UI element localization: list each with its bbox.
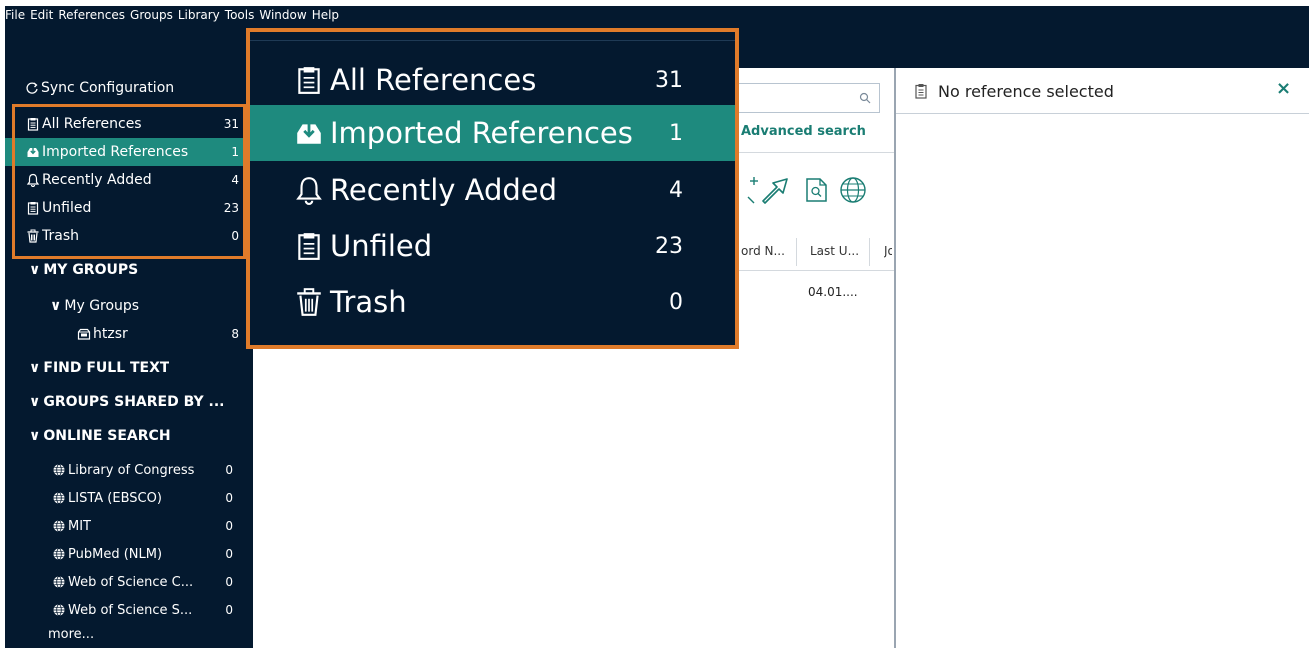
- reference-panel-title: No reference selected: [938, 82, 1114, 101]
- callout-item-count: 31: [655, 67, 683, 93]
- find-pdf-icon[interactable]: [800, 173, 828, 207]
- chevron-down-icon: ∨: [50, 298, 62, 314]
- callout-item-unfiled: Unfiled 23: [250, 218, 735, 274]
- callout-item-count: 4: [669, 177, 683, 203]
- menu-groups[interactable]: Groups: [130, 8, 173, 22]
- endnote-window: File Edit References Groups Library Tool…: [0, 0, 1309, 648]
- callout-item-label: Recently Added: [330, 173, 558, 207]
- divider: [738, 152, 894, 153]
- column-divider: [869, 238, 870, 266]
- callout-item-imported-references: Imported References 1: [250, 105, 735, 161]
- table-cell-last-updated[interactable]: 04.01....: [808, 285, 858, 299]
- callout-item-count: 1: [669, 120, 683, 146]
- callout-item-count: 23: [655, 233, 683, 259]
- menu-tools[interactable]: Tools: [225, 8, 255, 22]
- group-folder-icon: [77, 327, 91, 341]
- online-search-label: MIT: [68, 518, 91, 534]
- chevron-down-icon: ∨: [29, 262, 41, 278]
- menu-help[interactable]: Help: [312, 8, 339, 22]
- callout-item-label: Unfiled: [330, 229, 433, 263]
- menu-window[interactable]: Window: [259, 8, 306, 22]
- group-set-my-groups[interactable]: ∨ My Groups: [5, 292, 253, 320]
- online-search-label: PubMed (NLM): [68, 546, 163, 562]
- chevron-down-icon: ∨: [29, 360, 41, 376]
- trash-icon: [294, 287, 324, 317]
- online-search-count: 0: [225, 547, 233, 561]
- online-search-item[interactable]: LISTA (EBSCO) 0: [5, 484, 253, 512]
- globe-icon: [52, 603, 66, 617]
- online-search-label: LISTA (EBSCO): [68, 490, 162, 506]
- divider: [738, 270, 894, 271]
- online-search-count: 0: [225, 463, 233, 477]
- globe-icon: [52, 519, 66, 533]
- online-search-count: 0: [225, 491, 233, 505]
- section-online-search[interactable]: ∨ ONLINE SEARCH: [5, 422, 253, 450]
- column-header-last-updated[interactable]: Last U...: [810, 244, 859, 258]
- pane-splitter[interactable]: [894, 68, 896, 648]
- callout-item-label: Imported References: [330, 116, 633, 150]
- column-header-record-number[interactable]: ord N...: [741, 244, 785, 258]
- clipboard-icon: [294, 231, 324, 261]
- section-label: ONLINE SEARCH: [43, 428, 171, 444]
- search-input[interactable]: [738, 83, 880, 113]
- globe-icon[interactable]: [836, 173, 870, 207]
- chevron-down-icon: ∨: [29, 428, 41, 444]
- column-divider: [796, 238, 797, 266]
- column-header-journal[interactable]: Jo: [884, 244, 892, 258]
- export-arrow-icon[interactable]: [759, 173, 793, 207]
- section-my-groups[interactable]: ∨ MY GROUPS: [5, 256, 253, 284]
- callout-item-count: 0: [669, 289, 683, 315]
- sync-configuration[interactable]: Sync Configuration: [5, 74, 253, 102]
- menu-edit[interactable]: Edit: [30, 8, 53, 22]
- more-label: more...: [48, 626, 95, 642]
- online-search-item[interactable]: PubMed (NLM) 0: [5, 540, 253, 568]
- section-label: GROUPS SHARED BY ...: [43, 394, 225, 410]
- globe-icon: [52, 547, 66, 561]
- sync-label: Sync Configuration: [41, 80, 175, 96]
- globe-icon: [52, 575, 66, 589]
- menu-bar: File Edit References Groups Library Tool…: [5, 8, 339, 22]
- bell-icon: [294, 175, 324, 205]
- group-item-htzsr[interactable]: htzsr 8: [5, 320, 253, 348]
- section-label: MY GROUPS: [43, 262, 139, 278]
- callout-item-recently-added: Recently Added 4: [250, 162, 735, 218]
- advanced-search-link[interactable]: Advanced search: [741, 124, 866, 139]
- menu-file[interactable]: File: [5, 8, 25, 22]
- import-icon: [294, 118, 324, 148]
- section-label: FIND FULL TEXT: [43, 360, 170, 376]
- chevron-down-icon: ∨: [29, 394, 41, 410]
- divider: [250, 40, 735, 41]
- search-icon: [859, 92, 871, 104]
- online-search-label: Library of Congress: [68, 462, 195, 478]
- section-groups-shared[interactable]: ∨ GROUPS SHARED BY ...: [5, 388, 253, 416]
- sync-icon: [25, 81, 39, 95]
- globe-icon: [52, 491, 66, 505]
- clipboard-icon: [915, 84, 927, 99]
- online-search-count: 0: [225, 519, 233, 533]
- online-search-item[interactable]: Web of Science C... 0: [5, 568, 253, 596]
- menu-references[interactable]: References: [58, 8, 125, 22]
- add-reference-icon[interactable]: [740, 173, 758, 207]
- online-search-count: 0: [225, 575, 233, 589]
- callout-item-all-references: All References 31: [250, 52, 735, 108]
- close-icon[interactable]: ×: [1276, 78, 1291, 99]
- callout-item-label: All References: [330, 63, 537, 97]
- clipboard-icon: [294, 65, 324, 95]
- callout-item-trash: Trash 0: [250, 274, 735, 330]
- online-search-count: 0: [225, 603, 233, 617]
- globe-icon: [52, 463, 66, 477]
- online-search-item[interactable]: MIT 0: [5, 512, 253, 540]
- zoom-callout: All References 31 Imported References 1 …: [246, 28, 739, 349]
- highlight-box: [12, 104, 246, 259]
- section-find-full-text[interactable]: ∨ FIND FULL TEXT: [5, 354, 253, 382]
- callout-item-label: Trash: [330, 285, 407, 319]
- group-set-label: My Groups: [64, 298, 140, 314]
- group-item-count: 8: [231, 327, 239, 341]
- menu-library[interactable]: Library: [178, 8, 220, 22]
- group-item-label: htzsr: [93, 326, 128, 342]
- more-link[interactable]: more...: [5, 620, 253, 648]
- online-search-label: Web of Science S...: [68, 602, 193, 618]
- online-search-label: Web of Science C...: [68, 574, 194, 590]
- online-search-item[interactable]: Library of Congress 0: [5, 456, 253, 484]
